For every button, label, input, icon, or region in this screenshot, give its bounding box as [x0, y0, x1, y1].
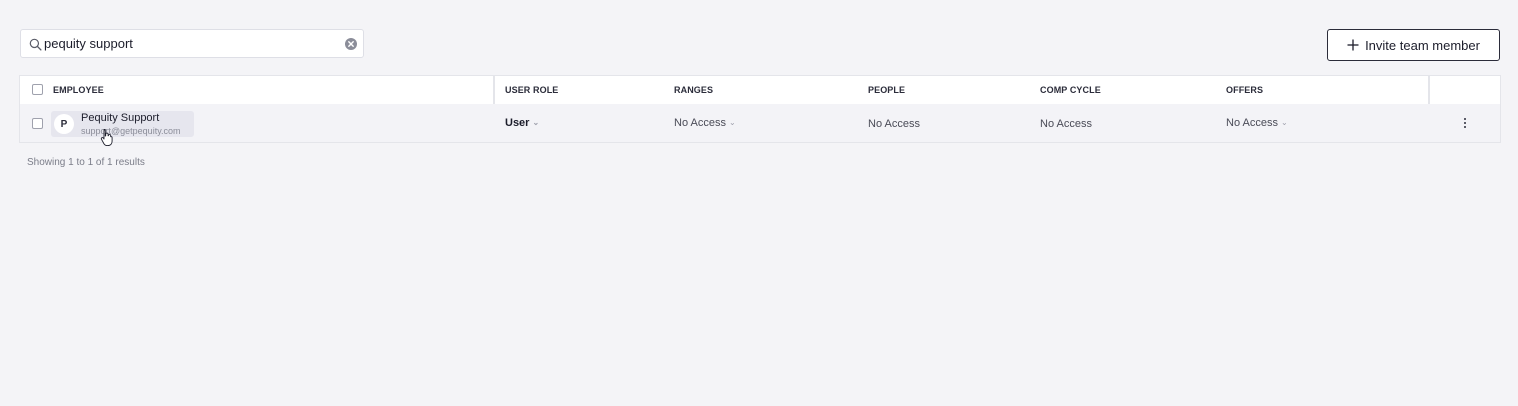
search-icon [29, 38, 42, 51]
clear-search-icon[interactable] [345, 38, 357, 50]
chevron-down-icon: ⌄ [728, 118, 736, 127]
avatar: P [54, 114, 74, 134]
column-header-comp-cycle[interactable]: COMP CYCLE [1040, 85, 1101, 95]
column-header-user-role[interactable]: USER ROLE [505, 85, 558, 95]
column-header-ranges[interactable]: RANGES [674, 85, 713, 95]
ranges-access-value: No Access [674, 117, 726, 129]
row-checkbox[interactable] [32, 118, 43, 129]
team-members-page: Invite team member EMPLOYEE USER ROLE RA… [0, 0, 1518, 406]
hand-pointer-icon [100, 129, 113, 146]
table-header: EMPLOYEE USER ROLE RANGES PEOPLE COMP CY… [20, 76, 1500, 105]
search-input[interactable] [44, 33, 334, 54]
table-row[interactable]: P Pequity Support support@getpequity.com… [20, 104, 1500, 142]
column-header-employee[interactable]: EMPLOYEE [53, 85, 104, 95]
people-access-value: No Access [868, 118, 920, 130]
invite-button-label: Invite team member [1365, 37, 1480, 53]
results-count: Showing 1 to 1 of 1 results [27, 157, 145, 168]
comp-cycle-access-value: No Access [1040, 118, 1092, 130]
employee-email: support@getpequity.com [81, 126, 181, 136]
team-members-table: EMPLOYEE USER ROLE RANGES PEOPLE COMP CY… [19, 75, 1501, 143]
offers-access-value: No Access [1226, 117, 1278, 129]
user-role-dropdown[interactable]: User ⌄ [505, 117, 539, 129]
chevron-down-icon: ⌄ [532, 118, 540, 127]
offers-access-dropdown[interactable]: No Access ⌄ [1226, 117, 1288, 129]
plus-icon [1347, 39, 1359, 51]
employee-name: Pequity Support [81, 112, 160, 124]
employee-cell[interactable]: P Pequity Support support@getpequity.com [51, 111, 194, 137]
column-header-offers[interactable]: OFFERS [1226, 85, 1263, 95]
select-all-checkbox[interactable] [32, 84, 43, 95]
column-header-people[interactable]: PEOPLE [868, 85, 905, 95]
chevron-down-icon: ⌄ [1280, 118, 1288, 127]
user-role-value: User [505, 117, 530, 129]
search-box [20, 29, 364, 58]
more-vertical-icon[interactable] [1460, 116, 1470, 130]
invite-team-member-button[interactable]: Invite team member [1327, 29, 1500, 61]
ranges-access-dropdown[interactable]: No Access ⌄ [674, 117, 736, 129]
